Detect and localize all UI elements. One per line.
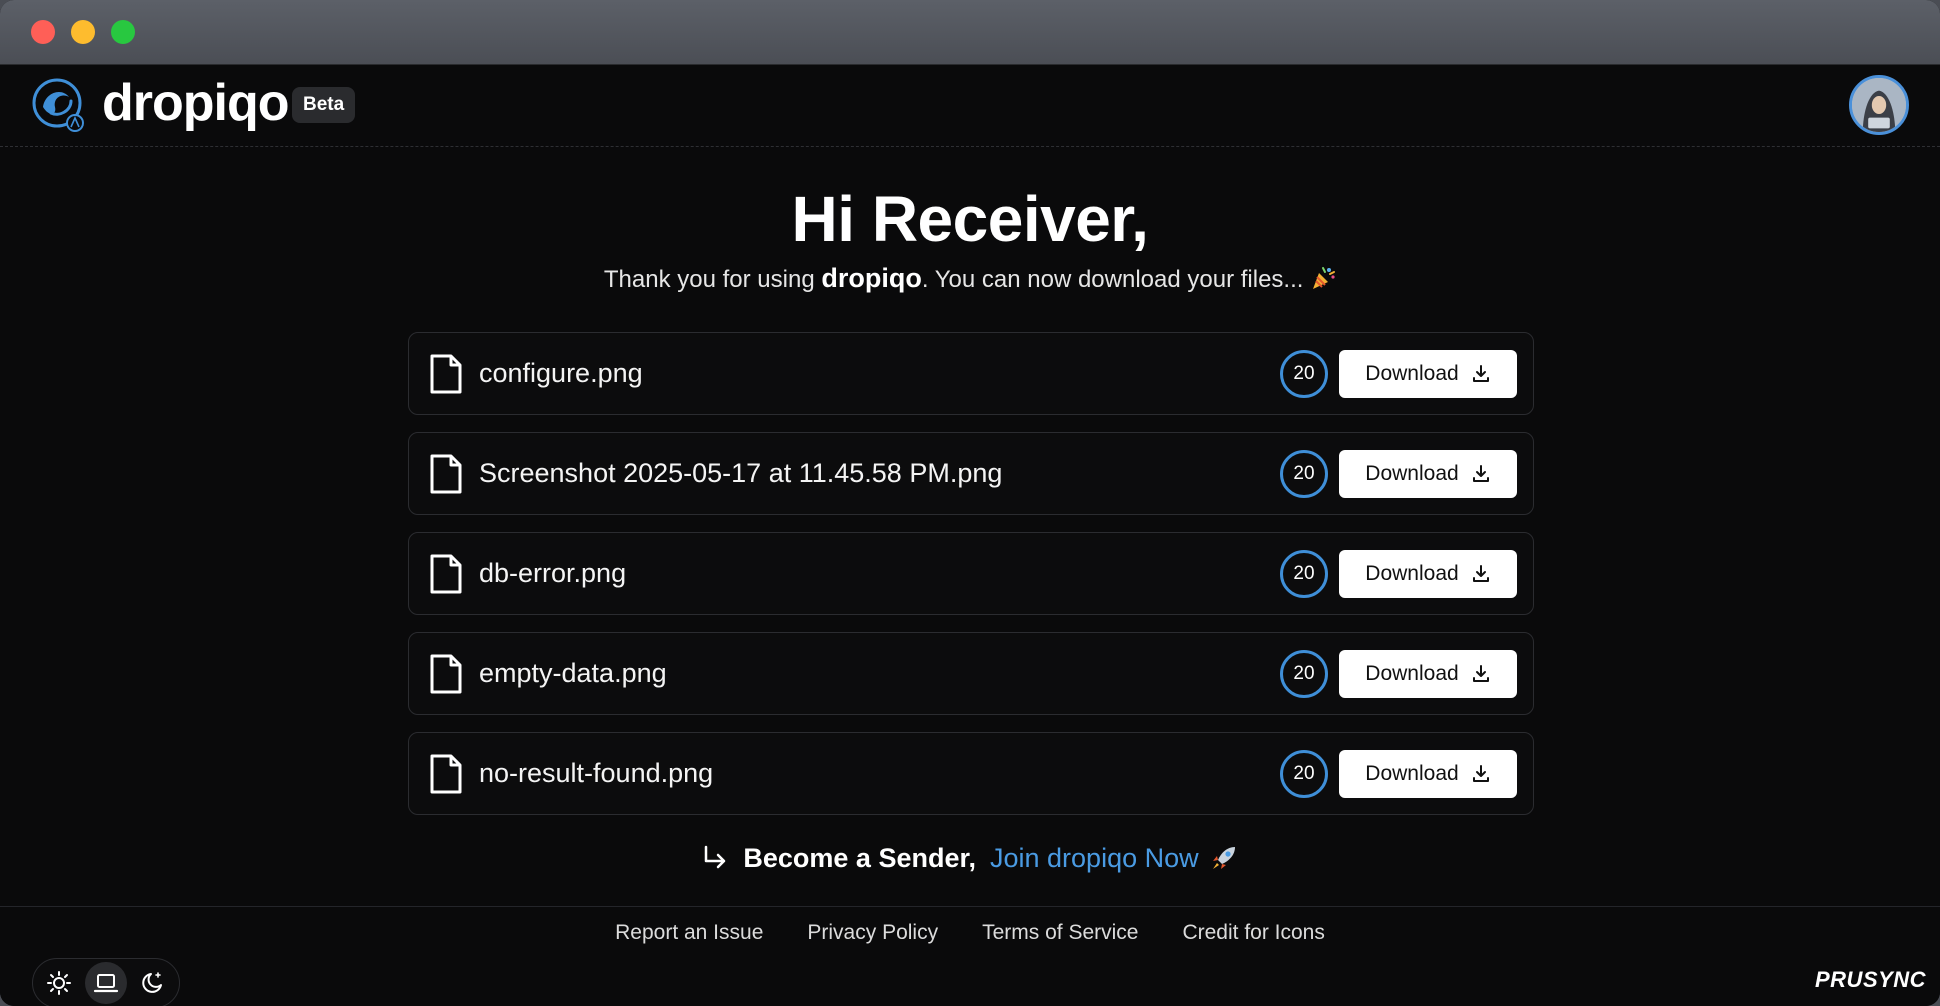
file-row: db-error.png 20 Download [408, 532, 1534, 615]
become-sender-text: Become a Sender, [743, 842, 976, 873]
light-theme-option[interactable] [38, 962, 79, 1004]
user-avatar[interactable] [1849, 75, 1909, 135]
download-icon [1472, 765, 1489, 782]
download-icon [1472, 465, 1489, 482]
file-icon [430, 454, 462, 494]
file-name: db-error.png [479, 558, 627, 588]
footer-links: Report an Issue Privacy Policy Terms of … [0, 921, 1940, 945]
file-icon [430, 554, 462, 594]
page-subtitle: Thank you for using dropiqo. You can now… [0, 263, 1940, 294]
download-button[interactable]: Download [1339, 350, 1517, 398]
app-header: dropiqo Beta [0, 65, 1940, 147]
system-theme-option[interactable] [85, 962, 127, 1004]
party-popper-icon [1313, 267, 1336, 289]
rocket-icon [1212, 847, 1235, 869]
file-row: empty-data.png 20 Download [408, 632, 1534, 715]
privacy-policy-link[interactable]: Privacy Policy [807, 921, 938, 945]
download-label: Download [1365, 762, 1459, 785]
download-label: Download [1365, 662, 1459, 685]
file-icon [430, 754, 462, 794]
file-name: Screenshot 2025-05-17 at 11.45.58 PM.png [479, 458, 1003, 488]
file-list: configure.png 20 Download Screenshot 202… [408, 332, 1534, 832]
beta-badge: Beta [292, 87, 356, 123]
file-name: empty-data.png [479, 658, 667, 688]
download-icon [1472, 365, 1489, 382]
download-button[interactable]: Download [1339, 650, 1517, 698]
file-row: no-result-found.png 20 Download [408, 732, 1534, 815]
download-count-badge: 20 [1280, 350, 1328, 398]
file-icon [430, 654, 462, 694]
app-page: dropiqo Beta Hi Receiver, Thank you for … [0, 65, 1940, 1006]
avatar-image [1852, 78, 1906, 132]
become-sender-cta: Become a Sender, Join dropiqo Now [0, 838, 1940, 878]
sun-icon [46, 971, 71, 995]
file-icon [430, 354, 462, 394]
download-button[interactable]: Download [1339, 550, 1517, 598]
terms-of-service-link[interactable]: Terms of Service [982, 921, 1138, 945]
laptop-icon [93, 974, 119, 993]
download-label: Download [1365, 562, 1459, 585]
subtitle-brand: dropiqo [821, 263, 922, 293]
download-label: Download [1365, 462, 1459, 485]
page-footer: Report an Issue Privacy Policy Terms of … [0, 906, 1940, 1006]
minimize-window-button[interactable] [71, 20, 95, 44]
corner-down-right-arrow-icon [705, 845, 726, 869]
subtitle-text-start: Thank you for using [603, 266, 822, 293]
download-count-badge: 20 [1280, 750, 1328, 798]
download-icon [1472, 565, 1489, 582]
prusync-logo[interactable]: PRUSYNC [1815, 967, 1926, 993]
file-name: no-result-found.png [479, 758, 714, 788]
browser-window: dropiqo Beta Hi Receiver, Thank you for … [0, 0, 1940, 1006]
download-label: Download [1365, 362, 1459, 385]
download-count-badge: 20 [1280, 450, 1328, 498]
page-title: Hi Receiver, [791, 183, 1149, 255]
close-window-button[interactable] [31, 20, 55, 44]
download-count-badge: 20 [1280, 550, 1328, 598]
file-row: Screenshot 2025-05-17 at 11.45.58 PM.png… [408, 432, 1534, 515]
moon-icon [142, 972, 163, 993]
theme-toggle [32, 958, 180, 1006]
subtitle-text-end: . You can now download your files... [921, 266, 1304, 293]
download-button[interactable]: Download [1339, 450, 1517, 498]
file-row: configure.png 20 Download [408, 332, 1534, 415]
download-button[interactable]: Download [1339, 750, 1517, 798]
dark-theme-option[interactable] [133, 962, 174, 1004]
maximize-window-button[interactable] [111, 20, 135, 44]
download-count-badge: 20 [1280, 650, 1328, 698]
dropiqo-logo-icon[interactable] [31, 77, 87, 133]
join-dropiqo-link[interactable]: Join dropiqo Now [990, 843, 1199, 874]
file-name: configure.png [479, 358, 643, 388]
window-titlebar [0, 0, 1940, 65]
report-issue-link[interactable]: Report an Issue [615, 921, 763, 945]
brand-name[interactable]: dropiqo [102, 73, 290, 133]
credit-for-icons-link[interactable]: Credit for Icons [1182, 921, 1324, 945]
download-icon [1472, 665, 1489, 682]
